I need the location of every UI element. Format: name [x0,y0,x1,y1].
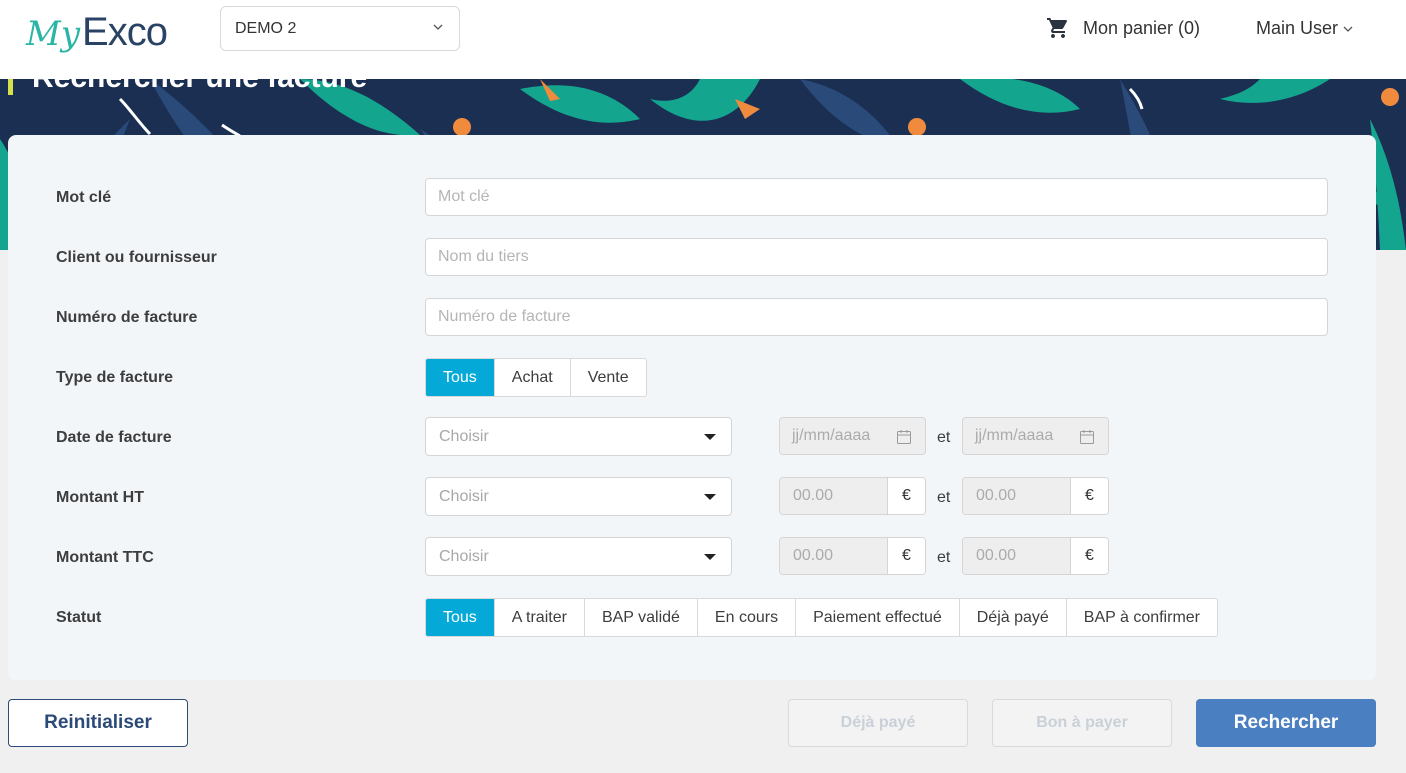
logo[interactable]: My Exco [26,4,168,54]
amount-ttc-from-value[interactable]: 00.00 [780,538,888,574]
keyword-input[interactable] [425,178,1328,216]
amount-ttc-from-currency: € [888,538,925,574]
invoice-type-toggle: Tous Achat Vente [425,358,647,397]
invoice-number-input[interactable] [425,298,1328,336]
keyword-label: Mot clé [56,189,112,206]
chevron-down-icon [1343,26,1353,32]
invoice-date-select-value: Choisir [439,427,489,445]
amount-ttc-from[interactable]: 00.00 € [779,537,926,575]
party-label: Client ou fournisseur [56,249,217,266]
status-option-tous[interactable]: Tous [426,599,495,636]
company-select-value: DEMO 2 [235,19,297,37]
search-button[interactable]: Rechercher [1196,699,1376,747]
amount-ttc-to-currency: € [1071,538,1108,574]
amount-ht-select[interactable]: Choisir [425,477,732,516]
company-select[interactable]: DEMO 2 [220,6,460,51]
invoice-date-between: et [937,429,951,446]
calendar-icon [1080,430,1094,444]
caret-down-icon [704,434,716,440]
invoice-date-to[interactable]: jj/mm/aaaa [962,417,1109,455]
amount-ht-to[interactable]: 00.00 € [962,477,1109,515]
good-to-pay-button[interactable]: Bon à payer [992,699,1172,747]
status-option-a-traiter[interactable]: A traiter [495,599,585,636]
amount-ttc-select[interactable]: Choisir [425,537,732,576]
caret-down-icon [704,554,716,560]
amount-ht-select-value: Choisir [439,487,489,505]
amount-ttc-select-value: Choisir [439,547,489,565]
invoice-date-from[interactable]: jj/mm/aaaa [779,417,926,455]
chevron-down-icon [433,24,443,30]
amount-ht-to-currency: € [1071,478,1108,514]
amount-ht-from[interactable]: 00.00 € [779,477,926,515]
caret-down-icon [704,494,716,500]
invoice-date-label: Date de facture [56,429,172,446]
amount-ttc-between: et [937,549,951,566]
already-paid-button[interactable]: Déjà payé [788,699,968,747]
status-label: Statut [56,609,102,626]
status-option-deja-paye[interactable]: Déjà payé [960,599,1067,636]
logo-my: My [26,14,81,54]
search-form: Mot clé Client ou fournisseur Numéro de … [8,135,1376,680]
status-option-bap-valide[interactable]: BAP validé [585,599,698,636]
status-toggle: Tous A traiter BAP validé En cours Paiem… [425,598,1218,637]
invoice-type-label: Type de facture [56,369,174,386]
status-option-paiement-effectue[interactable]: Paiement effectué [796,599,960,636]
status-option-bap-a-confirmer[interactable]: BAP à confirmer [1067,599,1217,636]
cart-icon [1047,18,1068,38]
calendar-icon [897,430,911,444]
amount-ht-from-currency: € [888,478,925,514]
party-input[interactable] [425,238,1328,276]
cart-link[interactable]: Mon panier (0) [1046,16,1200,40]
cart-label: Mon panier (0) [1083,17,1201,38]
amount-ttc-to-value[interactable]: 00.00 [963,538,1071,574]
invoice-type-option-vente[interactable]: Vente [571,359,646,396]
amount-ht-from-value[interactable]: 00.00 [780,478,888,514]
reset-button[interactable]: Reinitialiser [8,699,188,747]
title-accent-bar [8,79,13,95]
invoice-date-select[interactable]: Choisir [425,417,732,456]
amount-ht-label: Montant HT [56,489,144,506]
user-name: Main User [1256,18,1339,38]
status-option-en-cours[interactable]: En cours [698,599,797,636]
logo-exco: Exco [82,10,168,54]
page-title: Rechercher une facture [32,61,368,94]
invoice-type-option-tous[interactable]: Tous [426,359,495,396]
amount-ht-to-value[interactable]: 00.00 [963,478,1071,514]
invoice-type-option-achat[interactable]: Achat [495,359,571,396]
invoice-number-label: Numéro de facture [56,309,198,326]
amount-ttc-label: Montant TTC [56,549,154,566]
invoice-date-to-placeholder: jj/mm/aaaa [975,427,1054,444]
invoice-date-from-placeholder: jj/mm/aaaa [792,427,871,444]
amount-ht-between: et [937,489,951,506]
amount-ttc-to[interactable]: 00.00 € [962,537,1109,575]
user-menu[interactable]: Main User [1256,18,1354,39]
